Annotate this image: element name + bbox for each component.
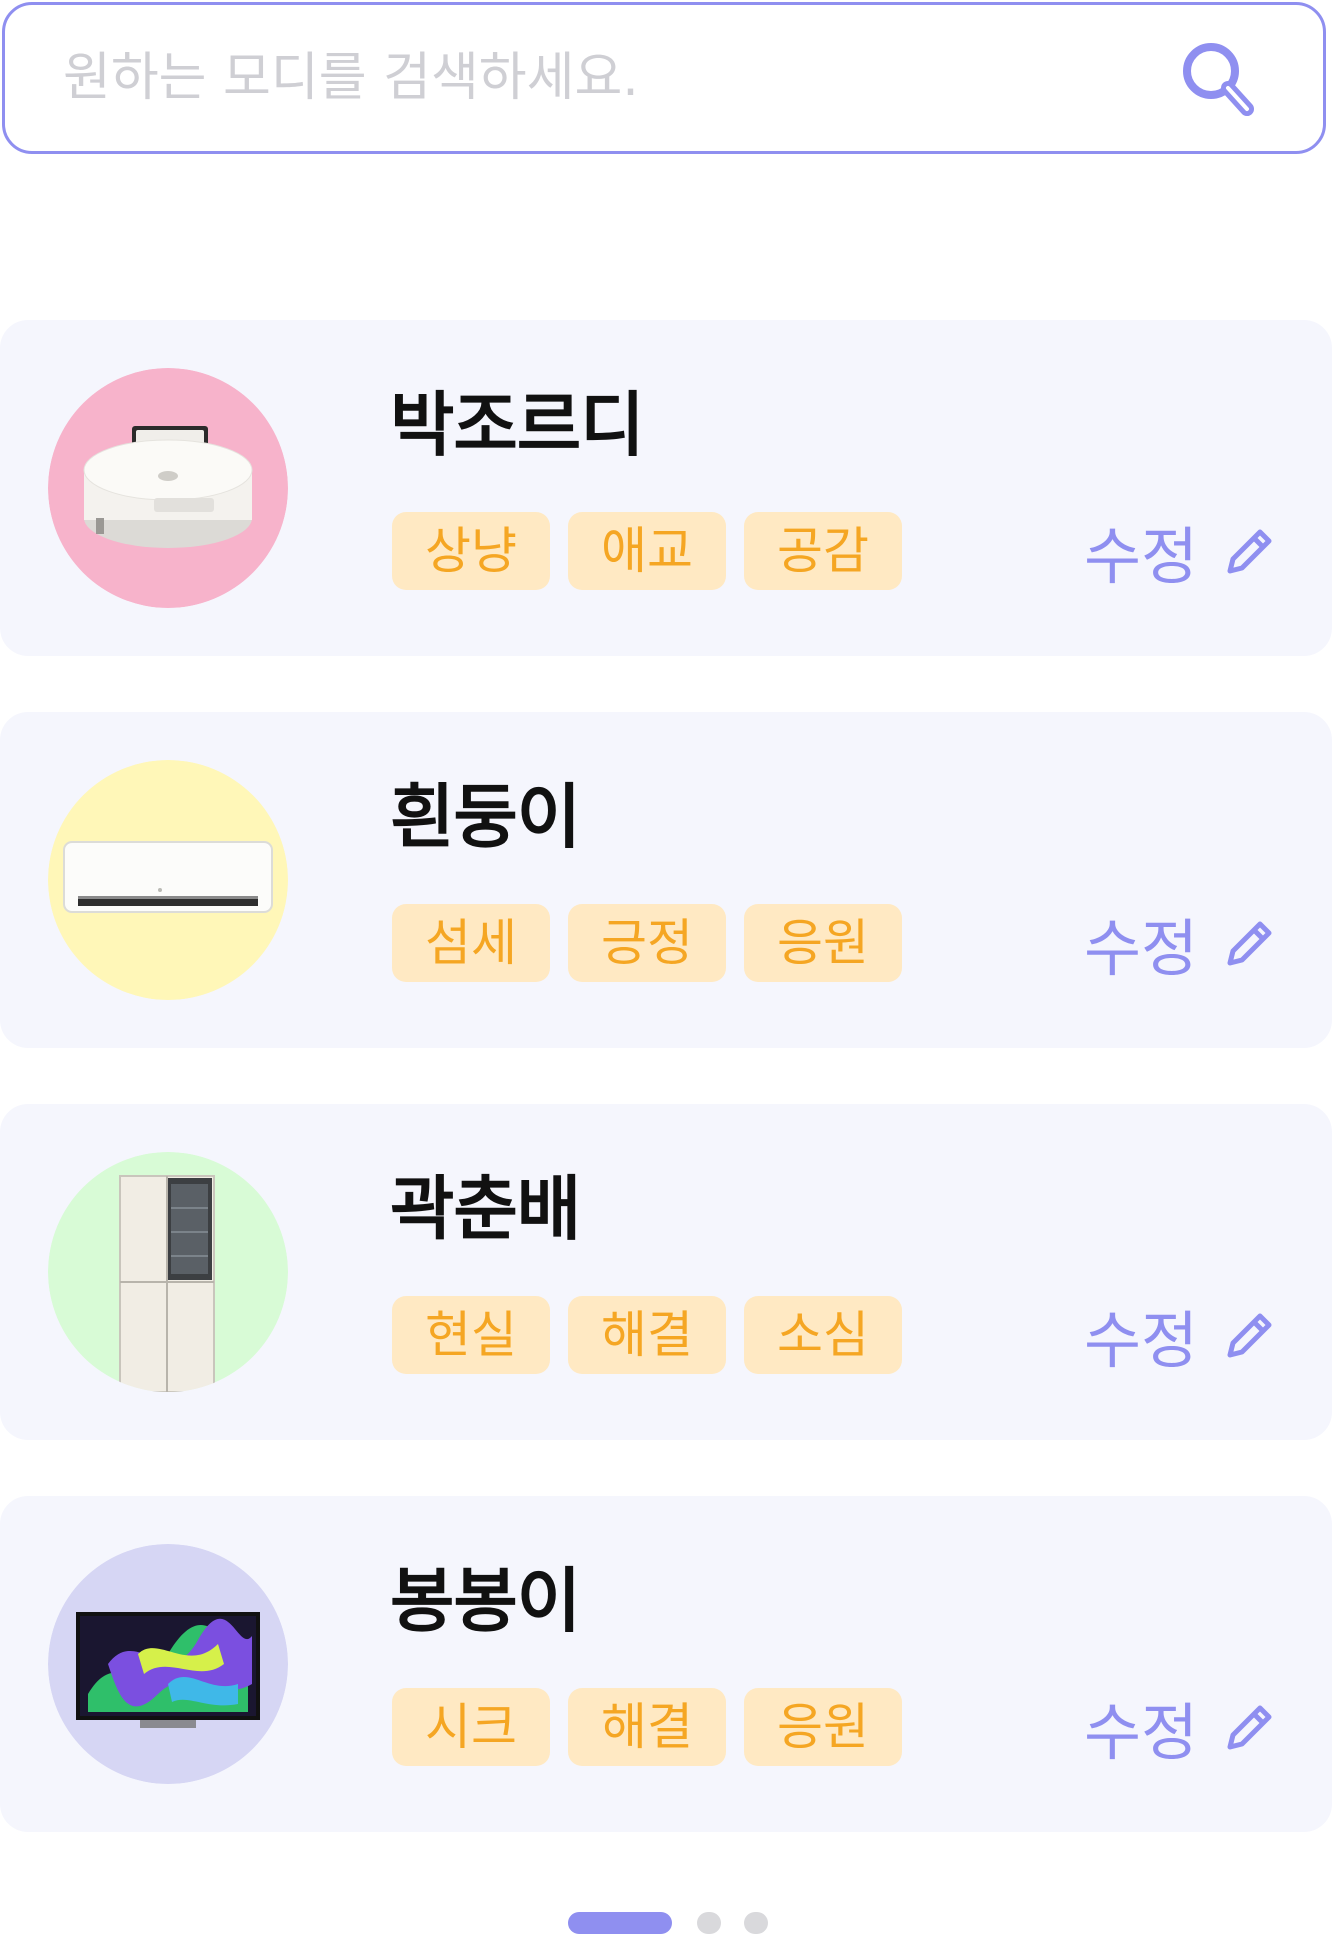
page-indicator[interactable]	[744, 1912, 768, 1934]
tag-list: 섬세 긍정 응원	[392, 904, 902, 982]
pagination	[0, 1910, 1332, 1936]
page-indicator[interactable]	[697, 1912, 721, 1934]
avatar	[48, 760, 288, 1000]
tag-list: 시크 해결 응원	[392, 1688, 902, 1766]
modi-card[interactable]: 봉봉이 시크 해결 응원 수정	[0, 1496, 1332, 1832]
search-input[interactable]	[63, 5, 1123, 151]
personality-tag: 현실	[392, 1296, 550, 1374]
avatar	[48, 1152, 288, 1392]
refrigerator-image	[48, 1152, 288, 1392]
modi-name: 흰둥이	[390, 776, 581, 858]
pencil-icon	[1227, 529, 1272, 574]
avatar	[48, 368, 288, 608]
personality-tag: 섬세	[392, 904, 550, 982]
pencil-icon	[1227, 1313, 1272, 1358]
edit-label: 수정	[1084, 1696, 1199, 1769]
personality-tag: 해결	[568, 1296, 726, 1374]
personality-tag: 응원	[744, 904, 902, 982]
modi-card[interactable]: 박조르디 상냥 애교 공감 수정	[0, 320, 1332, 656]
edit-button[interactable]: 수정	[1084, 1290, 1278, 1380]
edit-button[interactable]: 수정	[1084, 506, 1278, 596]
edit-label: 수정	[1084, 1304, 1199, 1377]
personality-tag: 소심	[744, 1296, 902, 1374]
modi-name: 봉봉이	[390, 1560, 581, 1642]
modi-name: 박조르디	[390, 384, 645, 466]
pencil-icon	[1227, 921, 1272, 966]
avatar	[48, 1544, 288, 1784]
search-icon[interactable]	[1175, 37, 1265, 127]
modi-name: 곽춘배	[390, 1168, 581, 1250]
personality-tag: 긍정	[568, 904, 726, 982]
air-conditioner-image	[48, 760, 288, 1000]
personality-tag: 상냥	[392, 512, 550, 590]
personality-tag: 공감	[744, 512, 902, 590]
tag-list: 현실 해결 소심	[392, 1296, 902, 1374]
pencil-icon	[1227, 1705, 1272, 1750]
tag-list: 상냥 애교 공감	[392, 512, 902, 590]
personality-tag: 애교	[568, 512, 726, 590]
modi-card[interactable]: 곽춘배 현실 해결 소심 수정	[0, 1104, 1332, 1440]
personality-tag: 응원	[744, 1688, 902, 1766]
edit-button[interactable]: 수정	[1084, 898, 1278, 988]
modi-card[interactable]: 흰둥이 섬세 긍정 응원 수정	[0, 712, 1332, 1048]
edit-label: 수정	[1084, 912, 1199, 985]
edit-label: 수정	[1084, 520, 1199, 593]
personality-tag: 시크	[392, 1688, 550, 1766]
television-image	[48, 1544, 288, 1784]
search-bar	[2, 2, 1326, 154]
page-indicator-active[interactable]	[568, 1912, 672, 1934]
personality-tag: 해결	[568, 1688, 726, 1766]
robot-vacuum-image	[48, 368, 288, 608]
edit-button[interactable]: 수정	[1084, 1682, 1278, 1772]
